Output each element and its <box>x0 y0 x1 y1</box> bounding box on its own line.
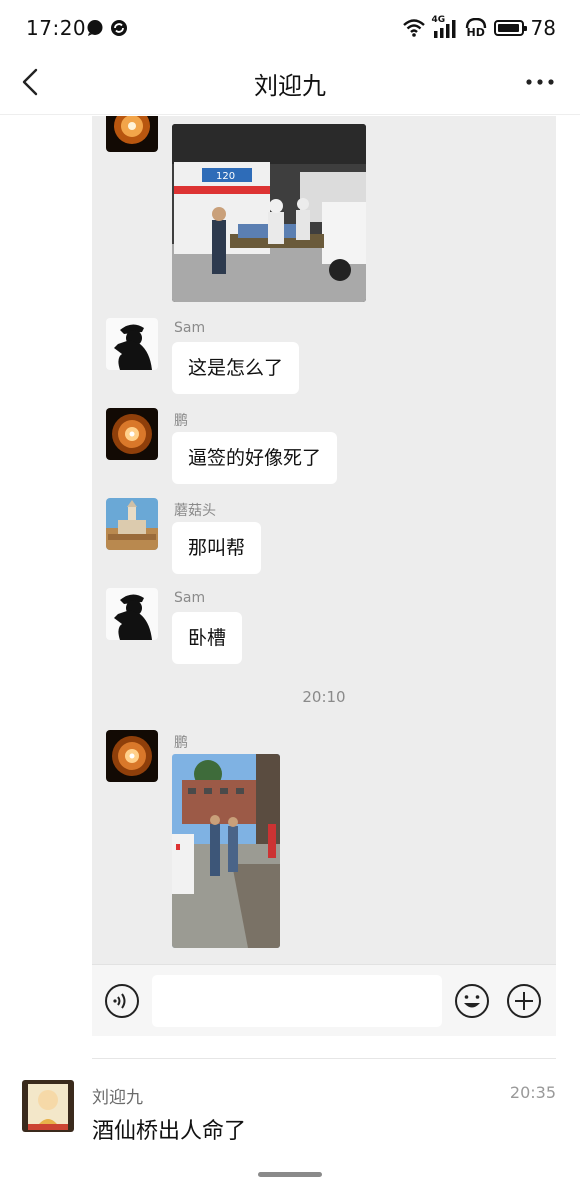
battery-icon <box>493 20 527 36</box>
time-separator: 20:10 <box>302 688 346 706</box>
hd-call-icon: HD <box>465 18 487 39</box>
message-bubble[interactable]: 那叫帮 <box>172 522 262 574</box>
sync-icon <box>111 20 127 36</box>
avatar-swirl <box>106 730 158 782</box>
nav-bar: 刘迎九 <box>0 56 580 112</box>
section-divider <box>92 1058 556 1059</box>
message-bubble[interactable]: 卧槽 <box>172 612 243 664</box>
avatar-swirl <box>106 116 158 152</box>
message-bubble[interactable]: 这是怎么了 <box>172 342 300 394</box>
home-indicator[interactable] <box>258 1172 322 1177</box>
header-divider <box>0 114 580 115</box>
sender-name: Sam <box>174 590 206 606</box>
sender-name: Sam <box>174 320 206 336</box>
more-options-icon[interactable] <box>524 68 556 96</box>
avatar-silhouette <box>106 318 158 370</box>
ambulance-sign: 120 <box>216 171 235 182</box>
chat-input-bar <box>92 964 556 1036</box>
message-input[interactable] <box>152 975 442 1027</box>
status-bar: 17:20 4G HD 78 <box>0 0 580 56</box>
hd-label: HD <box>466 26 485 39</box>
message-bubble[interactable]: 逼签的好像死了 <box>172 432 338 484</box>
sender-name: 鹏 <box>174 735 188 751</box>
avatar-swirl <box>106 408 158 460</box>
battery-percent: 78 <box>530 16 556 40</box>
chat-bubble-icon <box>87 20 103 36</box>
commenter-avatar[interactable] <box>22 1080 74 1132</box>
commenter-name[interactable]: 刘迎九 <box>92 1083 143 1108</box>
wifi-icon <box>402 19 425 37</box>
signal-icon: 4G <box>432 15 458 38</box>
sender-name: 蘑菇头 <box>174 503 216 519</box>
ambulance-photo[interactable]: 120 <box>172 124 366 302</box>
avatar-church <box>106 498 158 550</box>
status-right: 4G HD 78 <box>402 15 556 40</box>
status-left-icons <box>86 19 128 37</box>
comment-text: 酒仙桥出人命了 <box>92 1119 247 1144</box>
emoji-icon[interactable] <box>454 983 490 1019</box>
voice-icon[interactable] <box>104 983 140 1019</box>
page-title: 刘迎九 <box>254 72 326 100</box>
avatar-silhouette <box>106 588 158 640</box>
sender-name: 鹏 <box>174 413 188 429</box>
street-photo[interactable] <box>172 754 280 948</box>
status-time: 17:20 <box>26 16 87 40</box>
chat-screenshot[interactable]: 120 Sam 这是怎么了 鹏 逼签的好像死了 蘑菇头 那叫帮 Sam 卧槽 2… <box>92 116 556 1036</box>
comment-time: 20:35 <box>509 1083 556 1102</box>
plus-icon[interactable] <box>506 983 542 1019</box>
